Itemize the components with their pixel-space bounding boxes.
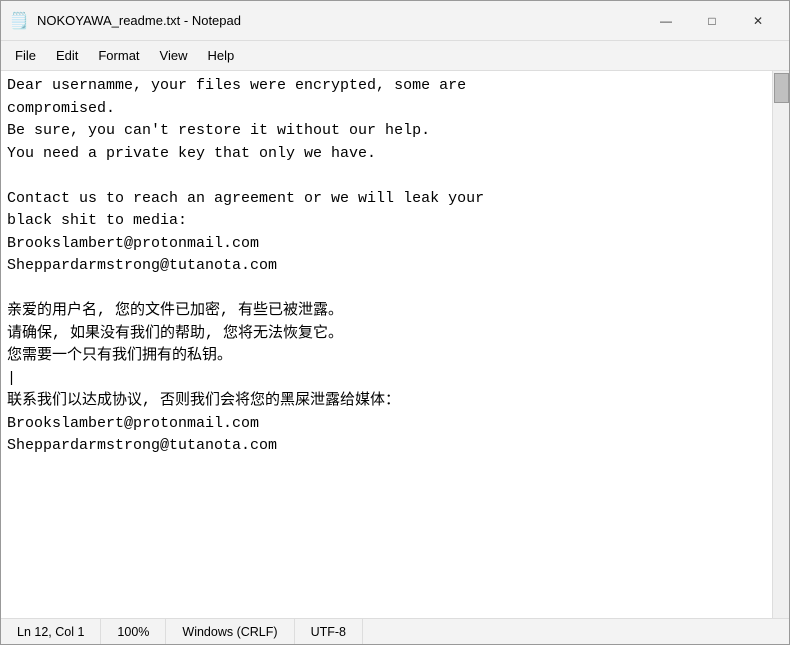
menu-format[interactable]: Format: [88, 44, 149, 68]
scrollbar[interactable]: [772, 71, 789, 618]
menu-view[interactable]: View: [150, 44, 198, 68]
window-controls: — □ ✕: [643, 5, 781, 37]
menu-file[interactable]: File: [5, 44, 46, 68]
zoom-level: 100%: [101, 619, 166, 644]
app-icon: 🗒️: [9, 11, 29, 31]
menu-help[interactable]: Help: [197, 44, 244, 68]
menu-edit[interactable]: Edit: [46, 44, 88, 68]
editor-wrapper: Dear usernamme, your files were encrypte…: [1, 71, 789, 618]
close-button[interactable]: ✕: [735, 5, 781, 37]
notepad-window: 🗒️ NOKOYAWA_readme.txt - Notepad — □ ✕ F…: [0, 0, 790, 645]
window-title: NOKOYAWA_readme.txt - Notepad: [37, 13, 643, 28]
text-editor[interactable]: Dear usernamme, your files were encrypte…: [1, 71, 772, 618]
maximize-button[interactable]: □: [689, 5, 735, 37]
title-bar: 🗒️ NOKOYAWA_readme.txt - Notepad — □ ✕: [1, 1, 789, 41]
scrollbar-thumb[interactable]: [774, 73, 789, 103]
cursor-position: Ln 12, Col 1: [1, 619, 101, 644]
encoding: UTF-8: [295, 619, 363, 644]
line-ending: Windows (CRLF): [166, 619, 294, 644]
status-bar: Ln 12, Col 1 100% Windows (CRLF) UTF-8: [1, 618, 789, 644]
minimize-button[interactable]: —: [643, 5, 689, 37]
menu-bar: File Edit Format View Help: [1, 41, 789, 71]
